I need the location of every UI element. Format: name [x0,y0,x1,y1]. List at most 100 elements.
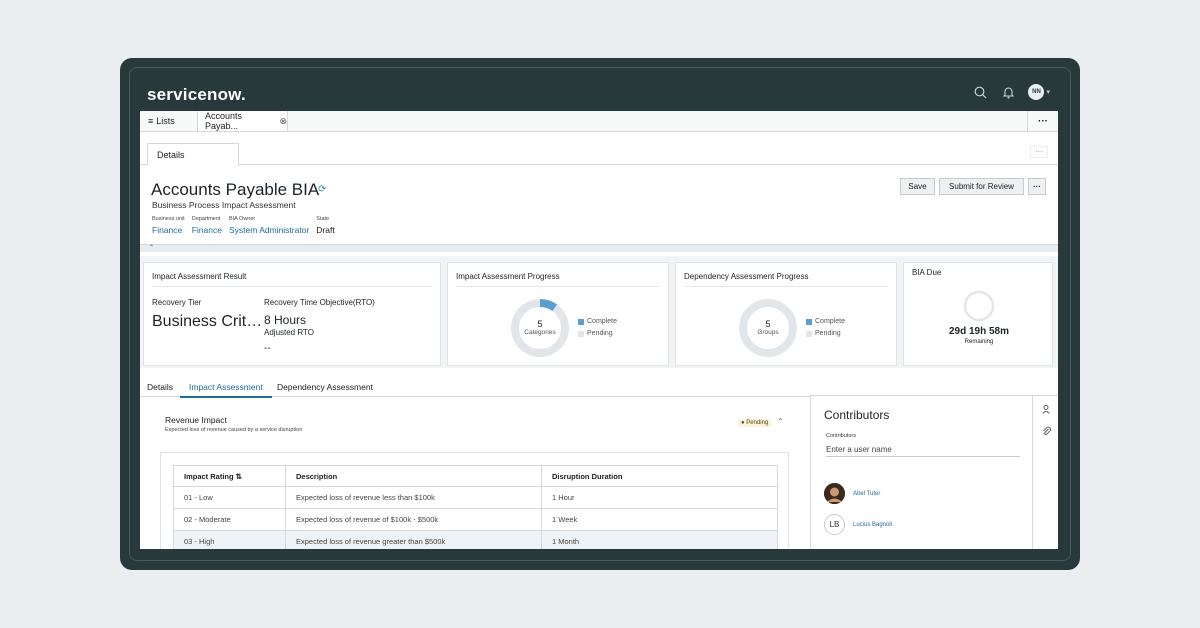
contributor-item[interactable]: LB Lucius Bagnoli [824,514,892,535]
legend-complete: Complete [578,318,617,325]
legend-pending: Pending [578,330,617,337]
workspace-tab-bar: ≡ Lists Accounts Payab... ⊗ ··· [140,111,1058,132]
more-actions-button[interactable]: ··· [1028,178,1046,195]
tab-details[interactable]: Details [147,382,173,392]
contributor-search-input[interactable] [826,443,1020,457]
subtab-details[interactable]: Details [147,143,239,166]
column-header-impact-rating[interactable]: Impact Rating ⇅ [173,465,286,487]
list-icon: ≡ [148,116,154,126]
legend-complete: Complete [806,318,845,325]
impact-result-card: Impact Assessment Result Recovery Tier B… [143,262,441,366]
meta-business-unit: Business unit Finance [152,216,185,235]
meta-state: State Draft [316,216,334,235]
adjusted-rto-label: Adjusted RTO [264,328,314,337]
submit-for-review-button[interactable]: Submit for Review [939,178,1024,195]
contributors-panel: Contributors Contributors Abel Tuter LB … [810,395,1032,549]
bia-due-card: BIA Due 29d 19h 58m Remaining [903,262,1053,366]
legend-swatch [806,318,812,325]
record-header: Accounts Payable BIA ⟳ Business Process … [140,166,1058,244]
chevron-down-icon[interactable]: ▾ [1046,88,1050,96]
column-header-description[interactable]: Description [285,465,542,487]
side-rail [1032,395,1058,549]
legend-swatch [578,318,584,325]
header-collapse-bar: ⌃ [140,244,1058,252]
tab-overflow-button[interactable]: ··· [1027,111,1058,132]
card-title: BIA Due [912,268,942,277]
page-title: Accounts Payable BIA [151,180,320,199]
donut-center-text: 5 Groups [737,319,799,336]
tab-accounts-payable[interactable]: Accounts Payab... ⊗ [198,111,288,131]
impact-rating-table: Impact Rating ⇅ Description Disruption D… [173,465,778,549]
contributor-name[interactable]: Abel Tuter [853,491,880,497]
meta-value-link[interactable]: System Administrator [229,225,309,235]
legend-swatch [806,330,812,337]
rto-value: 8 Hours [264,313,307,327]
meta-label: BIA Owner [228,216,256,222]
tag-icon[interactable]: ⟳ [318,184,326,195]
contributor-item[interactable]: Abel Tuter [824,483,880,504]
user-icon[interactable] [1042,405,1050,416]
recovery-tier-label: Recovery Tier [152,298,202,307]
table-row[interactable]: 02 - Moderate Expected loss of revenue o… [173,508,778,531]
meta-label: State [316,216,330,222]
adjusted-rto-value: -- [264,343,271,354]
card-title: Dependency Assessment Progress [684,272,809,281]
cell-description: Expected loss of revenue less than $100k [285,486,542,509]
record-subtabs: Details ··· [140,132,1058,166]
page-subtitle: Business Process Impact Assessment [152,200,296,210]
donut-legend: Complete Pending [806,318,845,342]
search-icon[interactable] [972,84,988,100]
meta-value-link[interactable]: Finance [192,225,222,235]
section-title: Revenue Impact [165,415,227,425]
impact-table-container: Impact Rating ⇅ Description Disruption D… [160,452,789,549]
legend-label: Pending [587,330,613,337]
meta-department: Department Finance [192,216,222,235]
cell-description: Expected loss of revenue greater than $5… [285,530,542,549]
legend-swatch [578,330,584,337]
table-row[interactable]: 03 - High Expected loss of revenue great… [173,530,778,549]
chevron-up-icon[interactable]: ⌃ [777,417,784,426]
meta-value-link[interactable]: Finance [152,225,185,235]
donut-caption: Groups [757,329,779,336]
tab-lists[interactable]: ≡ Lists [140,111,198,131]
bell-icon[interactable] [1000,84,1016,100]
impact-progress-card: Impact Assessment Progress 5 Categories … [447,262,669,366]
legend-label: Complete [587,318,617,325]
contributor-name[interactable]: Lucius Bagnoli [853,522,892,528]
meta-bia-owner: BIA Owner System Administrator [229,216,309,235]
column-header-disruption-duration[interactable]: Disruption Duration [541,465,778,487]
servicenow-logo: servicenow. [147,85,246,104]
card-title: Impact Assessment Result [152,272,247,281]
card-title: Impact Assessment Progress [456,272,560,281]
cell-duration: 1 Hour [541,486,778,509]
cell-duration: 1 Week [541,508,778,531]
paperclip-icon[interactable] [1042,426,1051,438]
legend-label: Pending [815,330,841,337]
tab-active-label: Accounts Payab... [205,111,243,131]
subtab-more-button[interactable]: ··· [1030,146,1048,158]
user-avatar[interactable]: NN [1028,84,1045,100]
contributors-field-label: Contributors [826,433,856,439]
donut-center-text: 5 Categories [509,319,571,336]
avatar: LB [824,514,845,535]
donut-count: 5 [537,319,543,329]
save-button[interactable]: Save [900,178,935,195]
impact-assessment-pane: Revenue Impact Expected loss of revenue … [140,397,810,549]
countdown-ring [963,290,995,322]
cell-description: Expected loss of revenue of $100k - $500… [285,508,542,531]
app-screen: ≡ Lists Accounts Payab... ⊗ ··· Details … [140,111,1058,549]
chevron-up-icon[interactable]: ⌃ [147,244,156,252]
table-row[interactable]: 01 - Low Expected loss of revenue less t… [173,486,778,509]
meta-label: Department [191,216,221,222]
tab-impact-assessment[interactable]: Impact Assessment [180,382,272,398]
close-icon[interactable]: ⊗ [279,116,287,127]
donut-caption: Categories [524,329,556,336]
cell-rating: 03 - High [173,530,286,549]
rto-label: Recovery Time Objective(RTO) [264,298,375,307]
countdown-caption: Remaining [964,339,994,345]
tab-dependency-assessment[interactable]: Dependency Assessment [277,382,373,392]
status-badge-label: Pending [746,420,769,426]
contributors-title: Contributors [824,408,890,422]
record-meta: Business unit Finance Department Finance… [152,216,342,235]
assessment-tabs: Details Impact Assessment Dependency Ass… [140,377,810,398]
